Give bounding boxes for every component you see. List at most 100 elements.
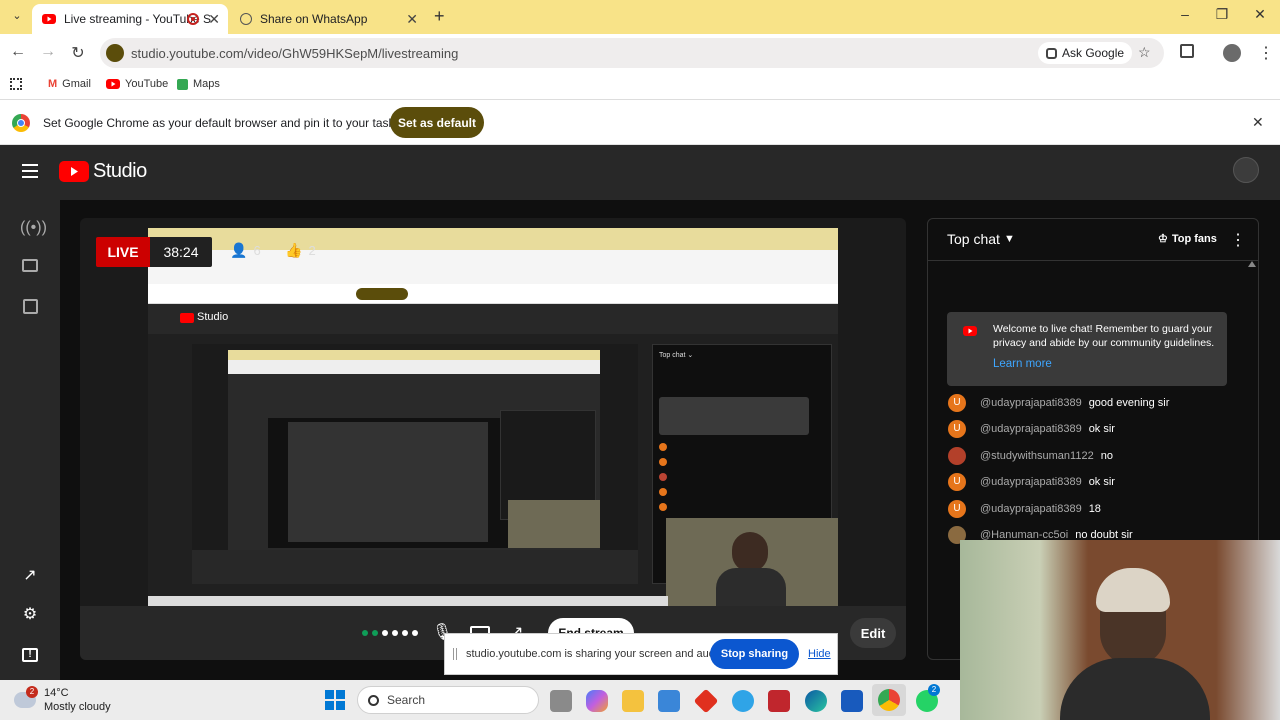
- menu-kebab-icon[interactable]: ⋮: [1258, 43, 1274, 63]
- chat-avatar: [948, 447, 966, 465]
- edge-icon[interactable]: [805, 690, 827, 712]
- side-rail: ((•)) ↗ ⚙ !: [0, 200, 60, 680]
- elapsed-time: 38:24: [150, 237, 212, 267]
- hamburger-menu-icon[interactable]: [22, 164, 38, 178]
- studio-header: Studio: [0, 145, 1280, 200]
- back-icon[interactable]: ←: [8, 43, 28, 61]
- bookmark-gmail[interactable]: M Gmail: [48, 78, 91, 90]
- taskbar-search-box[interactable]: Search: [357, 686, 539, 714]
- welcome-banner: Welcome to live chat! Remember to guard …: [947, 312, 1227, 386]
- chat-message: U @udayprajapati8389 ok sir: [948, 419, 1115, 439]
- bookmark-youtube[interactable]: YouTube: [106, 78, 168, 90]
- tab-live-streaming[interactable]: Live streaming - YouTube S ✕: [32, 4, 228, 34]
- bookmark-maps[interactable]: Maps: [177, 78, 220, 90]
- thumbs-up-icon: 👍: [285, 242, 303, 258]
- top-fans-button[interactable]: ♔ Top fans: [1158, 232, 1217, 246]
- chat-avatar: U: [948, 473, 966, 491]
- apps-grid-icon[interactable]: [10, 78, 22, 90]
- viewers-value: 6: [253, 243, 261, 258]
- address-bar[interactable]: studio.youtube.com/video/GhW59HKSepM/liv…: [100, 38, 1164, 68]
- chat-username[interactable]: @udayprajapati8389: [980, 423, 1082, 435]
- infobar-close-icon[interactable]: ✕: [1252, 114, 1264, 131]
- live-badge: LIVE: [96, 237, 150, 267]
- file-explorer-icon[interactable]: [622, 690, 644, 712]
- minimize-icon[interactable]: –: [1175, 6, 1195, 22]
- live-broadcast-icon[interactable]: ((•)): [20, 219, 47, 239]
- channel-avatar[interactable]: [1233, 157, 1259, 183]
- set-as-default-button[interactable]: Set as default: [390, 107, 484, 138]
- window-close-icon[interactable]: ✕: [1250, 6, 1270, 23]
- bookmark-label: YouTube: [125, 78, 169, 90]
- task-view-icon[interactable]: [550, 690, 572, 712]
- chat-username[interactable]: @udayprajapati8389: [980, 476, 1082, 488]
- nested-infobar: [148, 284, 838, 304]
- bookmark-label: Gmail: [62, 78, 91, 90]
- weather-widget[interactable]: 2 14°C Mostly cloudy: [14, 686, 111, 714]
- close-tab-icon[interactable]: ✕: [406, 11, 418, 28]
- maps-icon: [177, 78, 188, 90]
- calendar-icon[interactable]: [20, 299, 40, 319]
- chat-avatar: U: [948, 420, 966, 438]
- drag-handle-icon[interactable]: [453, 648, 457, 660]
- tab-search-button[interactable]: ⌄: [8, 9, 26, 27]
- windows-start-icon[interactable]: [325, 690, 345, 710]
- restore-icon[interactable]: ❐: [1212, 6, 1232, 23]
- chrome-taskbar-icon[interactable]: [872, 684, 906, 716]
- viewers-count: 👤 6: [230, 242, 261, 259]
- chat-avatar: U: [948, 500, 966, 518]
- reload-icon[interactable]: ↻: [68, 43, 88, 63]
- copilot-icon[interactable]: [586, 690, 608, 712]
- elapsed-time-value: 38:24: [163, 244, 199, 260]
- edit-label: Edit: [860, 625, 886, 641]
- chat-username[interactable]: @udayprajapati8389: [980, 397, 1082, 409]
- learn-more-link[interactable]: Learn more: [993, 358, 1052, 370]
- screen-share-preview: Studio Top chat ⌄: [148, 228, 838, 606]
- chat-username[interactable]: @studywithsuman1122: [980, 450, 1094, 462]
- live-badge-label: LIVE: [107, 244, 139, 260]
- chat-username[interactable]: @udayprajapati8389: [980, 503, 1082, 515]
- youtube-icon: [963, 326, 977, 336]
- feedback-icon[interactable]: !: [20, 644, 40, 664]
- scroll-up-icon[interactable]: [1248, 261, 1256, 267]
- chat-message: U @udayprajapati8389 18: [948, 499, 1101, 519]
- stop-sharing-button[interactable]: Stop sharing: [710, 639, 799, 669]
- chat-menu-kebab-icon[interactable]: ⋮: [1230, 230, 1246, 250]
- anydesk-icon[interactable]: [693, 688, 719, 714]
- ask-google-label: Ask Google: [1062, 46, 1125, 60]
- studio-logo[interactable]: Studio: [59, 160, 147, 183]
- youtube-icon: [106, 79, 120, 89]
- word-icon[interactable]: [841, 690, 863, 712]
- extensions-icon[interactable]: [1180, 44, 1194, 58]
- new-tab-button[interactable]: +: [434, 6, 445, 27]
- forward-icon[interactable]: →: [38, 43, 58, 61]
- site-info-icon[interactable]: [106, 44, 124, 62]
- cloud-icon: 2: [14, 686, 38, 708]
- profile-avatar[interactable]: [1223, 44, 1241, 62]
- chat-mode-dropdown[interactable]: Top chat ▼: [947, 231, 1015, 247]
- microsoft-store-icon[interactable]: [658, 690, 680, 712]
- bookmark-star-icon[interactable]: ☆: [1138, 44, 1151, 61]
- popout-arrow-icon[interactable]: ↗: [20, 565, 40, 585]
- bookmarks-bar: M Gmail YouTube Maps: [0, 72, 1280, 100]
- lens-icon: [1046, 47, 1057, 59]
- screen-sharing-bar: studio.youtube.com is sharing your scree…: [444, 633, 838, 675]
- welcome-text: Welcome to live chat! Remember to guard …: [993, 323, 1215, 349]
- nested-webcam: [666, 518, 838, 606]
- ask-google-button[interactable]: Ask Google: [1038, 42, 1133, 64]
- settings-gear-icon[interactable]: ⚙: [20, 604, 40, 624]
- bookmark-label: Maps: [193, 78, 220, 90]
- sharing-text: studio.youtube.com is sharing your scree…: [466, 648, 727, 660]
- chat-header: Top chat ▼ ♔ Top fans ⋮: [928, 219, 1258, 261]
- photos-icon[interactable]: [732, 690, 754, 712]
- hide-link[interactable]: Hide: [808, 648, 831, 660]
- whatsapp-icon[interactable]: 2: [916, 684, 940, 712]
- camera-icon[interactable]: [20, 259, 40, 279]
- tab-share-whatsapp[interactable]: Share on WhatsApp ✕: [230, 4, 426, 34]
- url-text: studio.youtube.com/video/GhW59HKSepM/liv…: [131, 46, 459, 61]
- chrome-logo-icon: [12, 114, 30, 132]
- crown-icon: ♔: [1158, 233, 1168, 245]
- tab-title: Share on WhatsApp: [260, 12, 368, 26]
- close-tab-icon[interactable]: ✕: [208, 11, 220, 28]
- mcafee-icon[interactable]: [768, 690, 790, 712]
- edit-button[interactable]: Edit: [850, 618, 896, 648]
